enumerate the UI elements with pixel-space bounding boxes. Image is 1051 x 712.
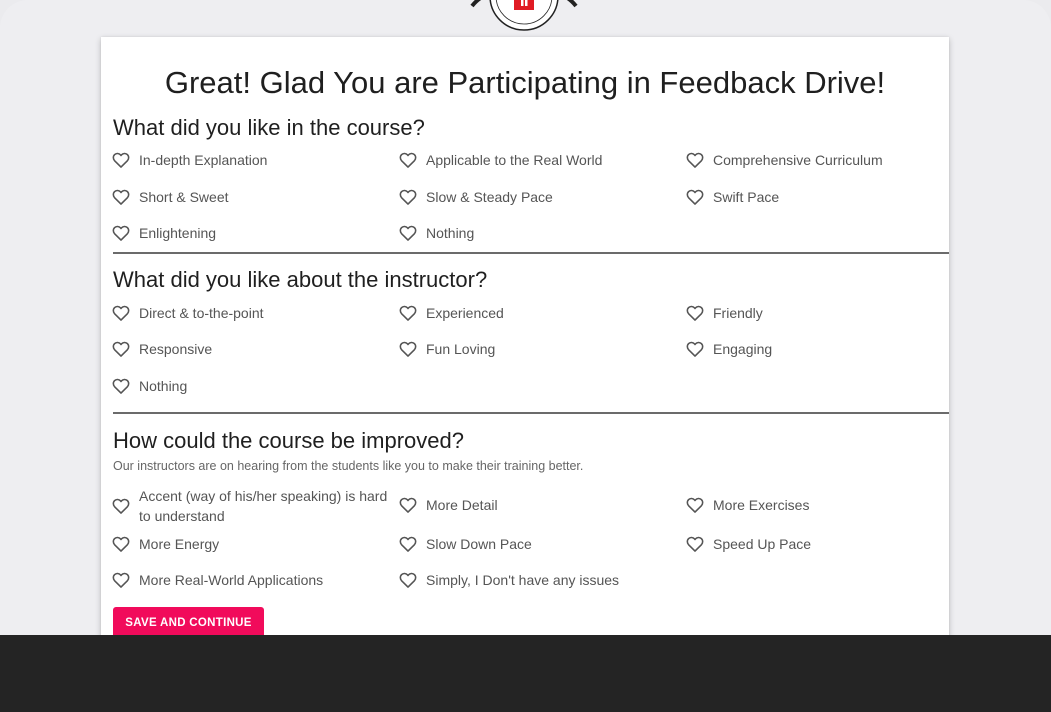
option-label: Nothing [139,378,188,394]
heart-outline-icon [111,496,131,516]
heart-outline-icon [685,303,705,323]
option-label: Speed Up Pace [713,536,812,552]
option-friendly[interactable]: Friendly [685,303,763,323]
section-divider [113,412,949,414]
option-in-depth-explanation[interactable]: In-depth Explanation [111,150,267,170]
option-swift-pace[interactable]: Swift Pace [685,187,779,207]
heart-outline-icon [398,570,418,590]
option-label: Friendly [713,305,763,321]
option-engaging[interactable]: Engaging [685,339,772,359]
heart-outline-icon [111,303,131,323]
option-label: Direct & to-the-point [139,305,264,321]
option-slow-down-pace[interactable]: Slow Down Pace [398,534,532,554]
heart-outline-icon [398,534,418,554]
option-enlightening[interactable]: Enlightening [111,223,216,243]
option-more-energy[interactable]: More Energy [111,534,219,554]
option-experienced[interactable]: Experienced [398,303,504,323]
heart-outline-icon [685,187,705,207]
heart-outline-icon [398,223,418,243]
option-no-issues[interactable]: Simply, I Don't have any issues [398,570,619,590]
option-more-detail[interactable]: More Detail [398,495,498,515]
heart-outline-icon [111,150,131,170]
option-more-real-world-applications[interactable]: More Real-World Applications [111,570,323,590]
option-label: Short & Sweet [139,189,229,205]
option-label: Engaging [713,341,773,357]
save-and-continue-button[interactable]: SAVE AND CONTINUE [113,607,264,638]
heart-outline-icon [398,495,418,515]
option-direct-to-the-point[interactable]: Direct & to-the-point [111,303,264,323]
option-comprehensive-curriculum[interactable]: Comprehensive Curriculum [685,150,883,170]
option-responsive[interactable]: Responsive [111,339,212,359]
option-label: Responsive [139,341,213,357]
option-label: Enlightening [139,225,217,241]
heart-outline-icon [685,534,705,554]
bottom-bar [0,635,1051,712]
option-label: Swift Pace [713,189,780,205]
option-slow-steady-pace[interactable]: Slow & Steady Pace [398,187,553,207]
option-label: Experienced [426,305,504,321]
option-label: Comprehensive Curriculum [713,152,883,168]
option-label: More Detail [426,497,498,513]
option-fun-loving[interactable]: Fun Loving [398,339,495,359]
option-label: Applicable to the Real World [426,152,603,168]
option-more-exercises[interactable]: More Exercises [685,495,809,515]
section-title-course: What did you like in the course? [113,115,425,140]
heart-outline-icon [111,570,131,590]
section-subtitle: Our instructors are on hearing from the … [113,459,584,473]
heart-outline-icon [111,187,131,207]
feedback-card: Great! Glad You are Participating in Fee… [101,37,949,677]
heart-outline-icon [685,150,705,170]
heart-outline-icon [111,376,131,396]
option-label: Nothing [426,225,475,241]
option-label: Slow Down Pace [426,536,532,552]
option-nothing-instructor[interactable]: Nothing [111,376,187,396]
option-short-sweet[interactable]: Short & Sweet [111,187,229,207]
option-applicable-real-world[interactable]: Applicable to the Real World [398,150,602,170]
option-label: More Real-World Applications [139,572,324,588]
option-label: In-depth Explanation [139,152,268,168]
option-label: Accent (way of his/her speaking) is hard… [139,488,388,524]
section-divider [113,252,949,254]
heart-outline-icon [685,339,705,359]
option-label: Simply, I Don't have any issues [426,572,620,588]
option-label: Fun Loving [426,341,496,357]
app-frame: Great! Glad You are Participating in Fee… [0,0,1051,712]
option-label: More Exercises [713,497,810,513]
section-title-instructor: What did you like about the instructor? [113,267,488,292]
heart-outline-icon [398,187,418,207]
option-accent-hard-to-understand[interactable]: Accent (way of his/her speaking) is hard… [111,486,391,526]
heart-outline-icon [111,534,131,554]
section-title-improvement: How could the course be improved? [113,428,464,453]
heart-outline-icon [111,223,131,243]
page-title: Great! Glad You are Participating in Fee… [164,65,886,100]
option-nothing-course[interactable]: Nothing [398,223,474,243]
option-label: Slow & Steady Pace [426,189,553,205]
heart-outline-icon [685,495,705,515]
heart-outline-icon [398,303,418,323]
heart-outline-icon [111,339,131,359]
brand-logo [464,0,584,34]
option-speed-up-pace[interactable]: Speed Up Pace [685,534,811,554]
option-label: More Energy [139,536,220,552]
heart-outline-icon [398,339,418,359]
heart-outline-icon [398,150,418,170]
